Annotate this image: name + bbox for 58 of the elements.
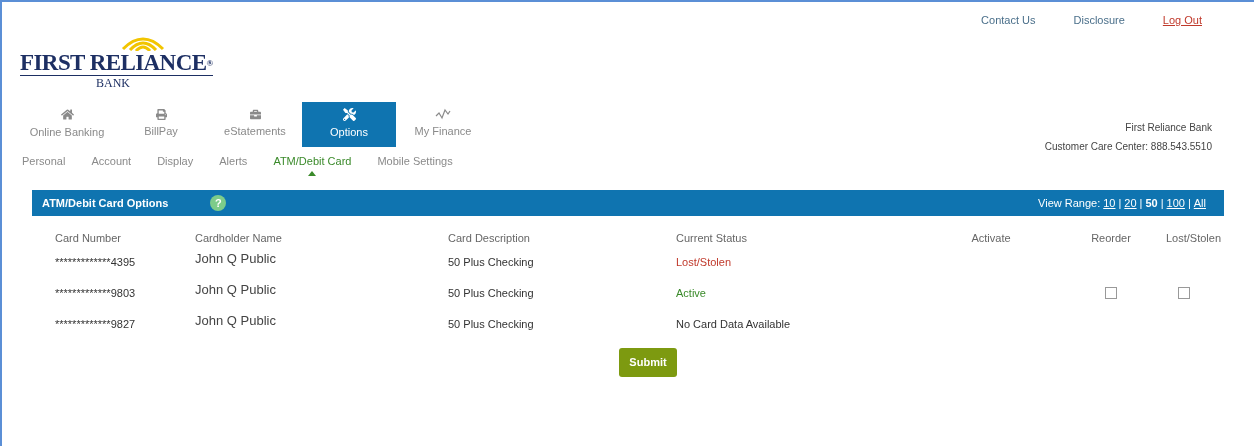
view-range-link[interactable]: All: [1193, 194, 1206, 212]
column-header: Current Status: [676, 231, 748, 246]
sub-tab[interactable]: Alerts: [219, 152, 248, 169]
column-header: Lost/Stolen: [1166, 231, 1222, 246]
column-header: Activate: [971, 231, 1011, 246]
logo-wordmark: FIRST RELIANCE®: [20, 50, 213, 76]
customer-care-phone: Customer Care Center: 888.543.5510: [1044, 140, 1212, 154]
column-header: Cardholder Name: [195, 231, 283, 246]
card-status: Active: [676, 285, 707, 301]
printer-icon: [155, 108, 167, 120]
panel-title: ATM/Debit Card Options: [42, 195, 169, 211]
card-number: *************9803: [55, 285, 137, 301]
sub-tab[interactable]: Mobile Settings: [377, 152, 453, 169]
cardholder-name: John Q Public: [195, 281, 277, 300]
sub-tab[interactable]: Account: [91, 152, 132, 169]
card-status: No Card Data Available: [676, 316, 792, 332]
card-description: 50 Plus Checking: [448, 285, 535, 301]
separator: |: [1160, 195, 1164, 211]
tools-icon: [342, 107, 356, 121]
checkbox[interactable]: [1105, 287, 1117, 299]
cardholder-name: John Q Public: [195, 250, 277, 269]
view-range-label: View Range:: [1038, 195, 1101, 211]
briefcase-icon: [249, 108, 261, 120]
nav-tab[interactable]: My Finance: [396, 101, 490, 147]
card-description: 50 Plus Checking: [448, 316, 535, 332]
column-header: Reorder: [1091, 231, 1131, 246]
header-link[interactable]: Contact Us: [981, 12, 1036, 29]
header-link[interactable]: Disclosure: [1073, 12, 1125, 29]
separator: |: [1139, 195, 1143, 211]
view-range-link[interactable]: 50: [1145, 194, 1158, 212]
view-range-link[interactable]: 10: [1103, 194, 1116, 212]
card-description: 50 Plus Checking: [448, 254, 535, 270]
card-number: *************9827: [55, 316, 137, 332]
checkbox[interactable]: [1178, 287, 1190, 299]
column-header: Card Number: [55, 231, 123, 246]
view-range-link[interactable]: 100: [1166, 194, 1185, 212]
home-icon: [60, 107, 74, 121]
submit-button[interactable]: Submit: [619, 347, 677, 377]
sub-tab[interactable]: Personal: [22, 152, 66, 169]
card-status: Lost/Stolen: [676, 254, 733, 270]
cardholder-name: John Q Public: [195, 312, 277, 331]
sub-tab[interactable]: ATM/Debit Card: [273, 152, 352, 169]
nav-tab[interactable]: eStatements: [208, 101, 302, 147]
sub-tab[interactable]: Display: [157, 152, 194, 169]
separator: |: [1118, 195, 1122, 211]
logo-subtitle: BANK: [96, 75, 130, 90]
card-number: *************4395: [55, 254, 137, 270]
caret-up-icon: [308, 171, 317, 176]
column-header: Card Description: [448, 231, 531, 246]
nav-tab[interactable]: Online Banking: [20, 101, 114, 147]
help-icon[interactable]: ?: [210, 195, 227, 211]
separator: |: [1187, 195, 1191, 211]
nav-tab[interactable]: Options: [302, 101, 396, 147]
bank-name: First Reliance Bank: [1125, 121, 1212, 135]
logout-link[interactable]: Log Out: [1162, 12, 1202, 29]
chart-line-icon: [435, 108, 451, 121]
view-range-link[interactable]: 20: [1124, 194, 1137, 212]
nav-tab[interactable]: BillPay: [114, 101, 208, 147]
